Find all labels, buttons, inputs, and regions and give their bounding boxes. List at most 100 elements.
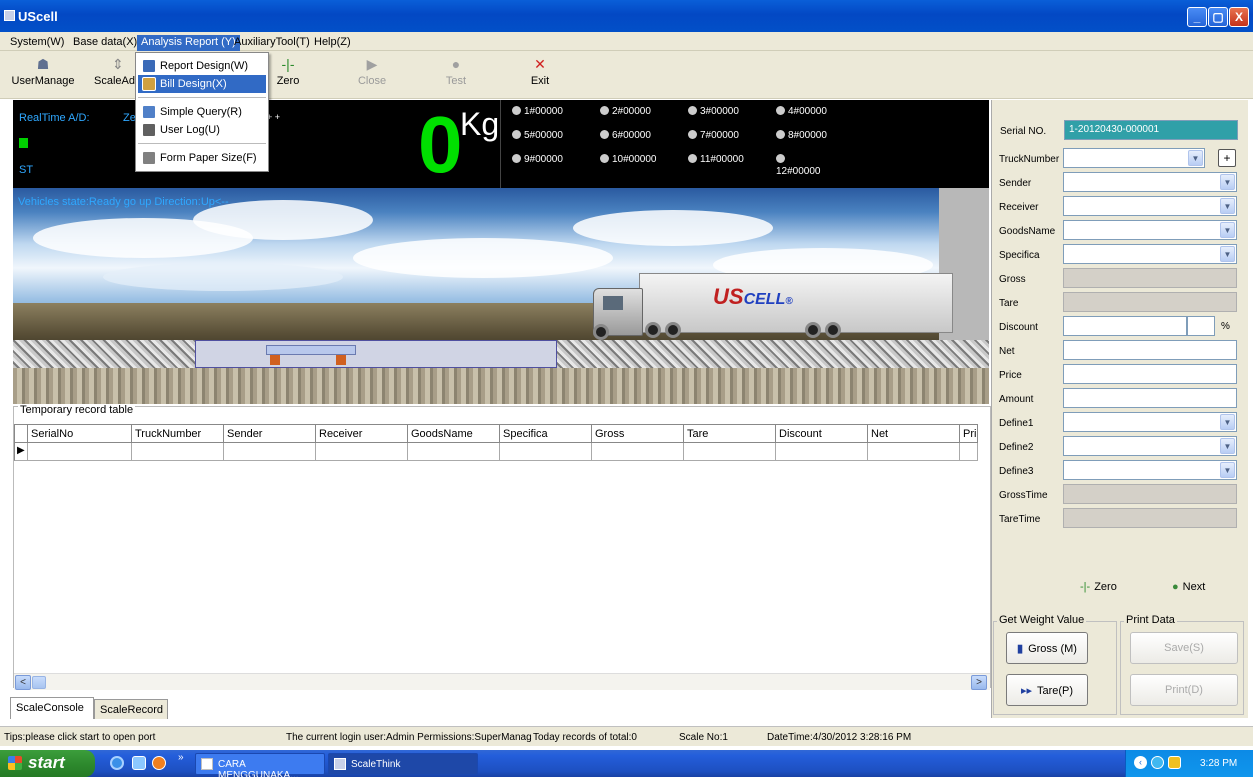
- table-cell[interactable]: [28, 443, 132, 461]
- user-manage-label: UserManage: [11, 75, 75, 87]
- gross-button[interactable]: ▮ Gross (M): [1006, 632, 1088, 664]
- clock[interactable]: 3:28 PM: [1200, 758, 1237, 769]
- column-header[interactable]: Sender: [224, 424, 316, 443]
- add-truck-button[interactable]: +: [1218, 149, 1236, 167]
- menu-item-bill-design[interactable]: Bill Design(X): [138, 75, 266, 93]
- title-bar[interactable]: UScell _ ▢ X: [0, 0, 1253, 32]
- menu-item-report-design[interactable]: Report Design(W): [138, 57, 266, 75]
- fast-forward-icon: ▸▸: [1020, 685, 1032, 697]
- column-header[interactable]: GoodsName: [408, 424, 500, 443]
- field-input[interactable]: [1063, 340, 1237, 360]
- scale-adjust-button[interactable]: ⇕ ScaleAd: [94, 55, 138, 87]
- menu-base-data[interactable]: Base data(X): [69, 35, 141, 51]
- field-dropdown[interactable]: ▼: [1063, 412, 1237, 432]
- print-button[interactable]: Print(D): [1130, 674, 1238, 706]
- document-icon: [201, 758, 213, 770]
- column-header[interactable]: Specifica: [500, 424, 592, 443]
- tab-scale-record[interactable]: ScaleRecord: [94, 699, 168, 719]
- menu-item-user-log[interactable]: User Log(U): [138, 121, 266, 139]
- table-cell[interactable]: [868, 443, 960, 461]
- start-button[interactable]: start: [0, 750, 95, 777]
- field-dropdown[interactable]: ▼: [1063, 220, 1237, 240]
- field-label: Receiver: [999, 202, 1039, 213]
- exit-button[interactable]: ✕ Exit: [526, 55, 554, 87]
- user-manage-button[interactable]: ☗ UserManage: [8, 55, 78, 87]
- test-button[interactable]: ● Test: [438, 55, 474, 87]
- task-scale-think[interactable]: ScaleThink: [328, 753, 478, 775]
- column-header[interactable]: TruckNumber: [132, 424, 224, 443]
- menu-help[interactable]: Help(Z): [310, 35, 355, 51]
- table-horizontal-scrollbar[interactable]: < >: [14, 673, 990, 690]
- tray-network-icon[interactable]: [1151, 756, 1164, 769]
- chevron-down-icon[interactable]: ▼: [1220, 414, 1235, 430]
- field-dropdown[interactable]: ▼: [1063, 244, 1237, 264]
- field-dropdown[interactable]: ▼: [1063, 460, 1237, 480]
- field-input[interactable]: [1063, 388, 1237, 408]
- table-cell[interactable]: [776, 443, 868, 461]
- record-table[interactable]: ▶ SerialNo TruckNumber Sender Receiver Goods…: [14, 424, 978, 464]
- zero-button[interactable]: -|- Zero: [270, 55, 306, 87]
- field-dropdown[interactable]: ▼: [1063, 172, 1237, 192]
- chevron-down-icon[interactable]: ▼: [1220, 462, 1235, 478]
- column-header[interactable]: Discount: [776, 424, 868, 443]
- close-window-button[interactable]: X: [1229, 7, 1249, 27]
- discount-percent-input[interactable]: [1187, 316, 1215, 336]
- menu-system[interactable]: System(W): [6, 35, 68, 51]
- menu-item-printer[interactable]: Form Paper Size(F): [138, 149, 266, 167]
- field-label: Define1: [999, 418, 1034, 429]
- chevron-down-icon[interactable]: ▼: [1220, 438, 1235, 454]
- table-cell[interactable]: [132, 443, 224, 461]
- column-header[interactable]: Tare: [684, 424, 776, 443]
- field-input[interactable]: [1063, 364, 1237, 384]
- menu-analysis-report[interactable]: Analysis Report (Y): [137, 35, 240, 51]
- task-cara-menggunakan[interactable]: CARA MENGGUNAKA...: [195, 753, 325, 781]
- field-disabled: [1063, 268, 1237, 288]
- desktop-icon[interactable]: [132, 756, 146, 770]
- column-header[interactable]: Gross: [592, 424, 684, 443]
- next-button[interactable]: ● Next: [1172, 581, 1205, 593]
- column-header[interactable]: Receiver: [316, 424, 408, 443]
- chevron-down-icon[interactable]: ▼: [1220, 246, 1235, 262]
- tray-back-icon[interactable]: ‹: [1134, 756, 1147, 769]
- menu-item-label: Simple Query(R): [160, 106, 242, 118]
- field-dropdown[interactable]: ▼: [1063, 196, 1237, 216]
- ie-icon[interactable]: [110, 756, 124, 770]
- chevron-down-icon[interactable]: ▼: [1220, 222, 1235, 238]
- close-button[interactable]: ▶ Close: [350, 55, 394, 87]
- form-zero-button[interactable]: -|- Zero: [1080, 581, 1117, 593]
- table-cell[interactable]: [960, 443, 978, 461]
- field-dropdown[interactable]: ▼: [1063, 436, 1237, 456]
- tare-button[interactable]: ▸▸ Tare(P): [1006, 674, 1088, 706]
- trailer-logo: USCELL®: [713, 284, 793, 310]
- channel-dot-icon: [776, 130, 785, 139]
- status-login: The current login user:Admin Permissions…: [286, 732, 532, 743]
- quick-launch-chevron[interactable]: »: [178, 752, 184, 763]
- minimize-button[interactable]: _: [1187, 7, 1207, 27]
- column-header[interactable]: Pric: [960, 424, 978, 443]
- column-header[interactable]: Net: [868, 424, 960, 443]
- scroll-right-button[interactable]: >: [971, 675, 987, 690]
- field-label: Gross: [999, 274, 1026, 285]
- tab-scale-console[interactable]: ScaleConsole: [10, 697, 94, 719]
- table-cell[interactable]: [592, 443, 684, 461]
- chevron-down-icon[interactable]: ▼: [1220, 174, 1235, 190]
- column-header[interactable]: SerialNo: [28, 424, 132, 443]
- table-cell[interactable]: [408, 443, 500, 461]
- chevron-down-icon[interactable]: ▼: [1188, 150, 1203, 166]
- field-label: Price: [999, 370, 1022, 381]
- table-cell[interactable]: [316, 443, 408, 461]
- save-button[interactable]: Save(S): [1130, 632, 1238, 664]
- scroll-left-button[interactable]: <: [15, 675, 31, 690]
- firefox-icon[interactable]: [152, 756, 166, 770]
- maximize-button[interactable]: ▢: [1208, 7, 1228, 27]
- scroll-thumb[interactable]: [32, 676, 46, 689]
- tray-shield-icon[interactable]: [1168, 756, 1181, 769]
- menu-auxiliary-tool[interactable]: AuxiliaryTool(T): [230, 35, 314, 51]
- chevron-down-icon[interactable]: ▼: [1220, 198, 1235, 214]
- field-dropdown[interactable]: ▼: [1063, 148, 1205, 168]
- table-cell[interactable]: [684, 443, 776, 461]
- table-cell[interactable]: [224, 443, 316, 461]
- menu-item-query[interactable]: Simple Query(R): [138, 103, 266, 121]
- table-cell[interactable]: [500, 443, 592, 461]
- discount-input[interactable]: [1063, 316, 1187, 336]
